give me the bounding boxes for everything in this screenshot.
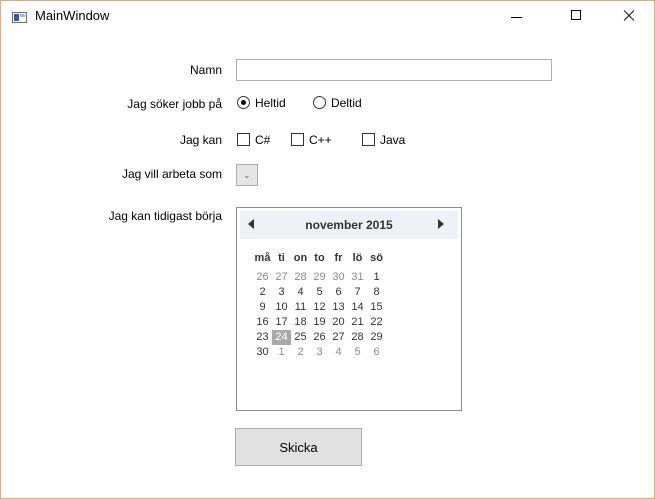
- calendar-day[interactable]: 3: [310, 345, 329, 360]
- chevron-down-icon: ⌄: [243, 170, 251, 180]
- maximize-button[interactable]: [554, 1, 600, 31]
- calendar-month-title[interactable]: november 2015: [240, 218, 458, 232]
- calendar-day[interactable]: 15: [367, 300, 386, 315]
- calendar-day[interactable]: 19: [310, 315, 329, 330]
- calendar-day[interactable]: 13: [329, 300, 348, 315]
- name-input[interactable]: [236, 59, 552, 81]
- calendar-day[interactable]: 5: [348, 345, 367, 360]
- calendar-day[interactable]: 28: [291, 270, 310, 285]
- calendar-week-row: 9 10 11 12 13 14 15: [253, 300, 386, 315]
- calendar-day[interactable]: 26: [253, 270, 272, 285]
- weekday-label: to: [314, 252, 325, 264]
- calendar-week-row: 30 1 2 3 4 5 6: [253, 345, 386, 360]
- calendar-day[interactable]: 1: [272, 345, 291, 360]
- weekday-label: sö: [370, 252, 383, 264]
- checkbox-java-label[interactable]: Java: [380, 133, 405, 147]
- calendar-day[interactable]: 11: [291, 300, 310, 315]
- main-window: MainWindow Namn Jag söker jobb på Heltid…: [0, 0, 655, 499]
- calendar-day[interactable]: 2: [253, 285, 272, 300]
- close-button[interactable]: [606, 1, 652, 31]
- window-app-icon: [12, 12, 27, 23]
- weekday-label: on: [293, 252, 308, 264]
- skills-label: Jag kan: [179, 133, 222, 147]
- calendar-day[interactable]: 20: [329, 315, 348, 330]
- calendar-week-row: 26 27 28 29 30 31 1: [253, 270, 386, 285]
- calendar-day[interactable]: 26: [310, 330, 329, 345]
- weekday-label: ti: [278, 252, 285, 264]
- calendar-day[interactable]: 6: [367, 345, 386, 360]
- calendar-day[interactable]: 14: [348, 300, 367, 315]
- calendar-day[interactable]: 29: [367, 330, 386, 345]
- weekday-label: lö: [352, 252, 363, 264]
- calendar-day[interactable]: 25: [291, 330, 310, 345]
- calendar-day[interactable]: 17: [272, 315, 291, 330]
- calendar-day[interactable]: 23: [253, 330, 272, 345]
- calendar-day[interactable]: 27: [329, 330, 348, 345]
- job-type-label: Jag söker jobb på: [127, 97, 222, 111]
- checkbox-cpp-label[interactable]: C++: [309, 133, 332, 147]
- radio-heltid[interactable]: [237, 96, 250, 109]
- radio-deltid[interactable]: [313, 96, 326, 109]
- title-bar: MainWindow: [1, 1, 654, 31]
- calendar-next-month-icon[interactable]: [438, 219, 444, 229]
- calendar-day[interactable]: 10: [272, 300, 291, 315]
- calendar-day[interactable]: 31: [348, 270, 367, 285]
- weekday-label: fr: [334, 252, 343, 264]
- calendar-day[interactable]: 27: [272, 270, 291, 285]
- calendar-day[interactable]: 28: [348, 330, 367, 345]
- close-icon: [623, 10, 635, 22]
- checkbox-java[interactable]: [362, 133, 375, 146]
- checkbox-csharp[interactable]: [237, 133, 250, 146]
- submit-button[interactable]: Skicka: [235, 428, 362, 466]
- maximize-icon: [571, 10, 581, 20]
- calendar-header: november 2015: [240, 211, 458, 239]
- calendar-day[interactable]: 18: [291, 315, 310, 330]
- calendar-weekday-row: må ti on to fr lö sö: [253, 246, 386, 270]
- window-title: MainWindow: [35, 8, 110, 23]
- checkbox-cpp[interactable]: [291, 133, 304, 146]
- calendar-day[interactable]: 8: [367, 285, 386, 300]
- name-label: Namn: [189, 63, 222, 77]
- start-date-label: Jag kan tidigast börja: [108, 209, 222, 223]
- calendar-week-row: 23 24 25 26 27 28 29: [253, 330, 386, 345]
- calendar-grid: må ti on to fr lö sö 26 27 28 29 30 31 1 2 3 4 5 6 7…: [253, 246, 386, 360]
- calendar-day[interactable]: 9: [253, 300, 272, 315]
- calendar-day[interactable]: 30: [253, 345, 272, 360]
- calendar-day[interactable]: 5: [310, 285, 329, 300]
- calendar-day[interactable]: 24: [272, 330, 291, 345]
- calendar-week-row: 2345678: [253, 285, 386, 300]
- calendar-week-row: 16 17 18 19 20 21 22: [253, 315, 386, 330]
- calendar-day[interactable]: 3: [272, 285, 291, 300]
- calendar-day[interactable]: 4: [329, 345, 348, 360]
- radio-deltid-label[interactable]: Deltid: [331, 96, 362, 110]
- calendar-day[interactable]: 2: [291, 345, 310, 360]
- calendar-day[interactable]: 21: [348, 315, 367, 330]
- calendar-day[interactable]: 6: [329, 285, 348, 300]
- minimize-button[interactable]: [494, 1, 540, 31]
- minimize-icon: [511, 17, 522, 18]
- role-combobox[interactable]: ⌄: [236, 164, 258, 186]
- calendar-day[interactable]: 22: [367, 315, 386, 330]
- weekday-label: må: [254, 252, 271, 264]
- calendar-day[interactable]: 4: [291, 285, 310, 300]
- calendar-day[interactable]: 7: [348, 285, 367, 300]
- role-label: Jag vill arbeta som: [121, 167, 222, 181]
- radio-heltid-label[interactable]: Heltid: [255, 96, 286, 110]
- start-date-calendar[interactable]: november 2015 må ti on to fr lö sö 26 27 2…: [236, 207, 462, 411]
- calendar-day[interactable]: 29: [310, 270, 329, 285]
- calendar-day[interactable]: 16: [253, 315, 272, 330]
- calendar-day[interactable]: 1: [367, 270, 386, 285]
- calendar-day[interactable]: 12: [310, 300, 329, 315]
- calendar-day[interactable]: 30: [329, 270, 348, 285]
- checkbox-csharp-label[interactable]: C#: [255, 133, 270, 147]
